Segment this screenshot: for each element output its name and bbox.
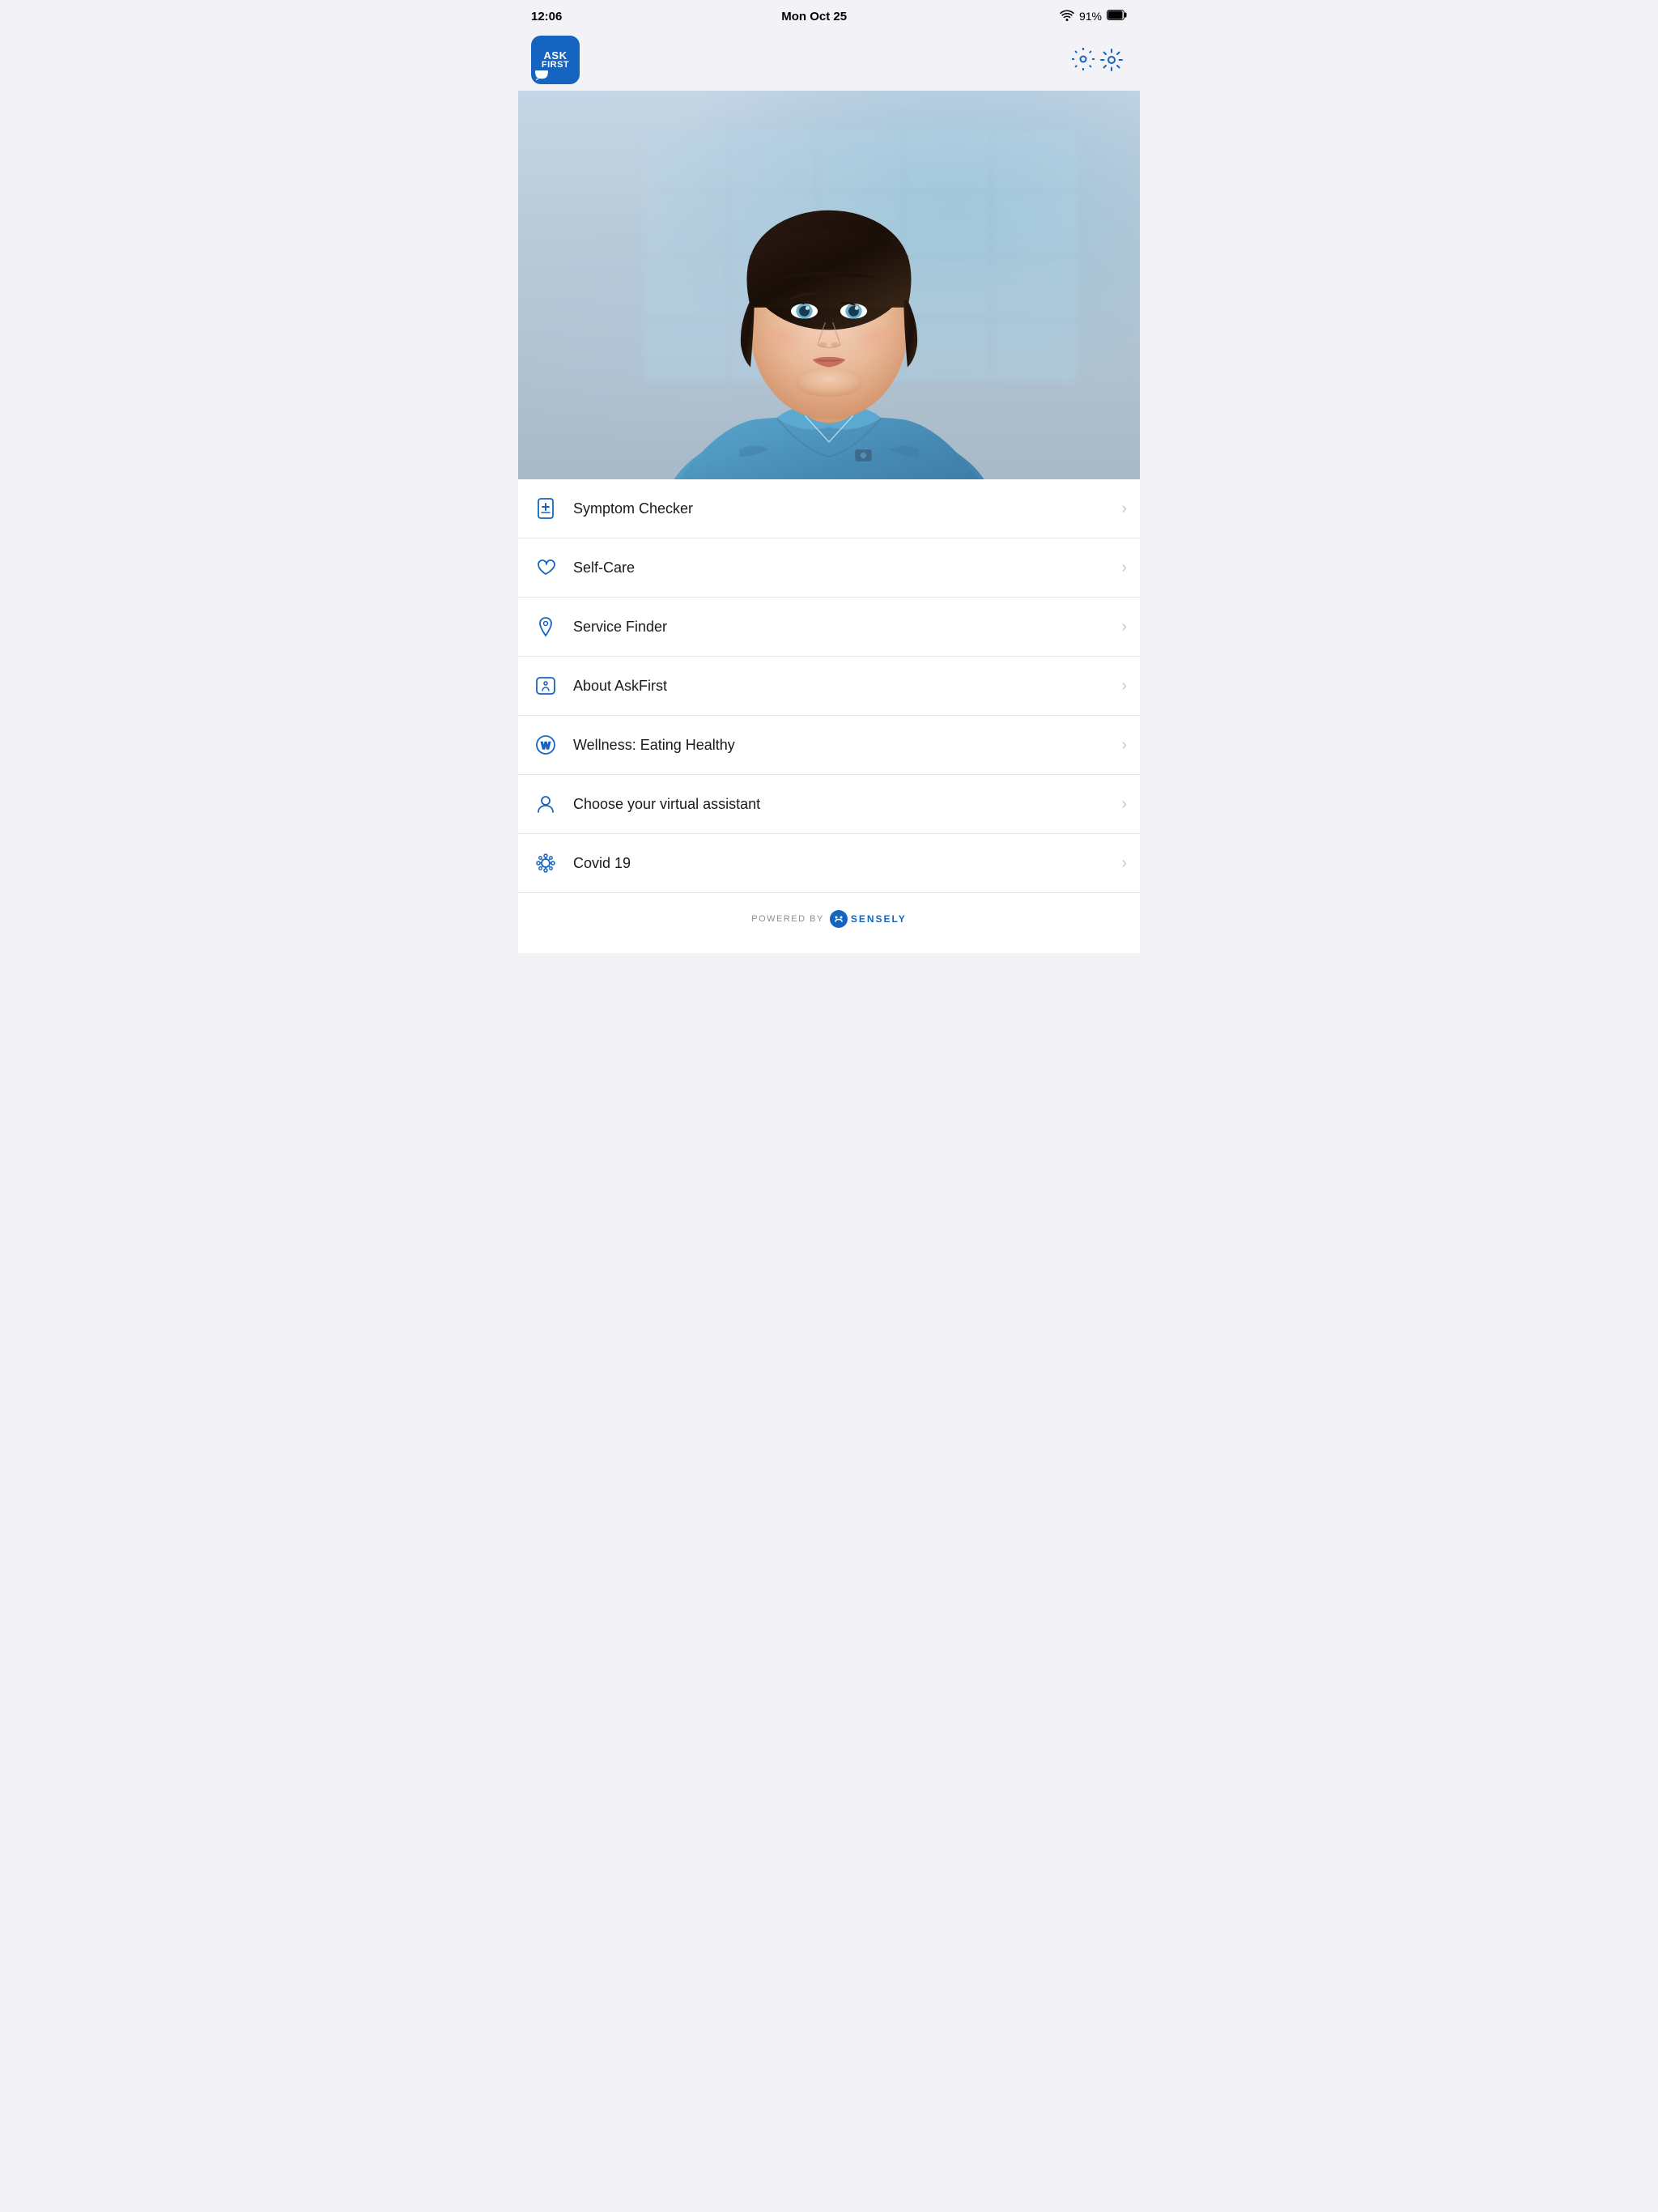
menu-item-virtual-assistant[interactable]: Choose your virtual assistant › bbox=[518, 775, 1140, 834]
chevron-right-icon: › bbox=[1121, 795, 1127, 814]
self-care-label: Self-Care bbox=[573, 559, 1115, 576]
covid-icon bbox=[531, 849, 560, 878]
svg-text:W: W bbox=[541, 740, 551, 751]
self-care-icon bbox=[531, 553, 560, 582]
app-header: ask FIRST bbox=[518, 29, 1140, 91]
virtual-assistant-label: Choose your virtual assistant bbox=[573, 796, 1115, 813]
settings-button[interactable] bbox=[1067, 43, 1127, 78]
chevron-right-icon: › bbox=[1121, 854, 1127, 873]
symptom-checker-icon bbox=[531, 494, 560, 523]
wellness-label: Wellness: Eating Healthy bbox=[573, 737, 1115, 754]
battery-percentage: 91% bbox=[1079, 10, 1102, 23]
chevron-right-icon: › bbox=[1121, 736, 1127, 755]
hero-image bbox=[518, 91, 1140, 479]
chevron-right-icon: › bbox=[1121, 618, 1127, 636]
sensely-brand-text: SENSELY bbox=[851, 913, 907, 925]
battery-icon bbox=[1107, 10, 1127, 23]
wellness-icon: W bbox=[531, 730, 560, 759]
powered-by-text: POWERED BY bbox=[751, 914, 824, 924]
menu-list: Symptom Checker › Self-Care › Service Fi… bbox=[518, 479, 1140, 892]
service-finder-icon bbox=[531, 612, 560, 641]
wifi-icon bbox=[1060, 10, 1074, 23]
status-bar: 12:06 Mon Oct 25 91% bbox=[518, 0, 1140, 29]
about-icon bbox=[531, 671, 560, 700]
menu-item-wellness[interactable]: W Wellness: Eating Healthy › bbox=[518, 716, 1140, 775]
status-indicators: 91% bbox=[1060, 10, 1127, 23]
about-label: About AskFirst bbox=[573, 678, 1115, 695]
menu-item-service-finder[interactable]: Service Finder › bbox=[518, 598, 1140, 657]
sensely-logo: SENSELY bbox=[829, 909, 907, 929]
service-finder-label: Service Finder bbox=[573, 619, 1115, 636]
app-footer: POWERED BY SENSELY bbox=[518, 892, 1140, 953]
status-date: Mon Oct 25 bbox=[781, 10, 847, 23]
sensely-logo-icon bbox=[829, 909, 848, 929]
menu-item-symptom-checker[interactable]: Symptom Checker › bbox=[518, 479, 1140, 538]
covid-label: Covid 19 bbox=[573, 855, 1115, 872]
symptom-checker-label: Symptom Checker bbox=[573, 500, 1115, 517]
chevron-right-icon: › bbox=[1121, 500, 1127, 518]
status-time: 12:06 bbox=[531, 10, 562, 23]
virtual-assistant-icon bbox=[531, 789, 560, 819]
app-logo: ask FIRST bbox=[531, 36, 580, 84]
menu-item-covid[interactable]: Covid 19 › bbox=[518, 834, 1140, 892]
nurse-illustration bbox=[549, 91, 1108, 479]
menu-item-about[interactable]: About AskFirst › bbox=[518, 657, 1140, 716]
footer-powered-by: POWERED BY SENSELY bbox=[518, 909, 1140, 929]
menu-item-self-care[interactable]: Self-Care › bbox=[518, 538, 1140, 598]
chevron-right-icon: › bbox=[1121, 559, 1127, 577]
chevron-right-icon: › bbox=[1121, 677, 1127, 696]
